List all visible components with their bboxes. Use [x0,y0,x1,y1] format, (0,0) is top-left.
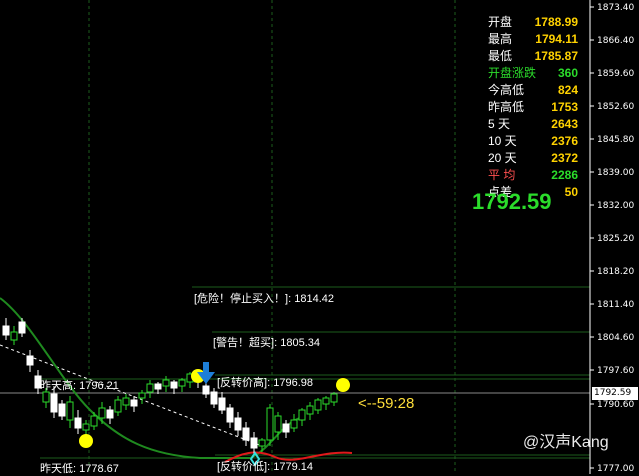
info-value: 1785.87 [534,49,578,63]
candlestick [138,390,146,404]
info-value: 2643 [551,117,578,131]
candlestick [26,350,34,372]
candlestick [122,394,130,410]
candlestick [18,318,26,337]
info-row: 开盘涨跌 360 [488,65,578,82]
info-value: 824 [557,83,578,97]
candlestick [226,404,234,428]
info-label: 昨高低 [488,100,525,114]
info-value: 1753 [551,100,578,114]
axis-tick-label: 1777.00 [597,464,634,474]
candlestick [162,376,170,392]
candlestick [2,318,10,340]
info-label: 开盘涨跌 [488,66,537,80]
candlestick [98,402,106,424]
candlestick [10,326,18,345]
candlestick [298,408,306,426]
signal-dot [79,434,93,448]
danger-label: [危险！停止买入！]: 1814.42 [194,293,334,305]
info-value: 50 [564,185,578,199]
axis-tick-label: 1797.60 [597,366,634,376]
info-value: 1788.99 [534,15,578,29]
info-row: 20 天 2372 [488,150,578,167]
axis-tick-label: 1866.40 [597,36,634,46]
info-row: 最低 1785.87 [488,48,578,65]
info-value: 2376 [551,134,578,148]
info-row: 5 天 2643 [488,116,578,133]
info-label: 5 天 [488,117,511,131]
candlestick [74,410,82,434]
signal-dot [336,378,350,392]
info-row: 最高 1794.11 [488,31,578,48]
candlestick [330,392,338,406]
current-price-tag: 1792.59 [592,387,638,400]
axis-tick-label: 1804.60 [597,333,634,343]
info-value: 2372 [551,151,578,165]
candlestick [314,398,322,414]
candlestick [218,392,226,414]
candlestick [130,396,138,412]
info-value: 1794.11 [535,32,578,46]
info-label: 10 天 [488,134,517,148]
candlestick [154,382,162,394]
info-row: 10 天 2376 [488,133,578,150]
watermark: @汉声Kang [523,434,609,451]
axis-tick-label: 1832.00 [597,201,634,211]
info-value: 2286 [551,168,578,182]
candlestick [210,388,218,408]
candlestick [146,380,154,398]
info-row: 昨高低 1753 [488,99,578,116]
candlestick [322,396,330,410]
reversal-low-label: [反转价低]: 1779.14 [217,461,313,473]
bar-countdown: <--59:28 [358,395,415,412]
info-label: 今高低 [488,83,525,97]
candlestick [170,380,178,394]
price-axis: 1873.40 1866.40 1859.60 1852.60 1845.80 1839.… [590,3,634,474]
reversal-high-label: [反转价高]: 1796.98 [217,377,313,389]
info-label: 开盘 [488,15,513,29]
candlestick [178,378,186,392]
warning-label: [警告！超买]: 1805.34 [213,337,320,349]
candlestick [282,420,290,438]
info-label: 最高 [488,32,513,46]
candlestick [290,414,298,432]
candlestick [306,402,314,420]
info-row: 开盘 1788.99 [488,14,578,31]
axis-tick-label: 1818.20 [597,267,634,277]
info-label: 最低 [488,49,513,63]
candlestick [250,432,258,454]
axis-tick-label: 1811.40 [597,300,634,310]
candlestick [266,404,274,446]
axis-tick-label: 1859.60 [597,69,634,79]
candlestick [106,406,114,424]
candlestick [114,396,122,416]
info-panel: 开盘 1788.99 最高 1794.11 最低 1785.87 开盘涨跌 360 今高低 824… [488,14,578,201]
info-value: 360 [557,66,578,80]
info-label: 平 均 [488,168,516,182]
axis-tick-label: 1873.40 [597,3,634,13]
info-label: 20 天 [488,151,517,165]
axis-tick-label: 1825.20 [597,234,634,244]
axis-tick-label: 1790.60 [597,400,634,410]
candlestick [58,400,66,420]
candlestick [242,422,250,446]
candlestick [234,412,242,436]
current-price: 1792.59 [472,189,552,214]
trend-line [0,344,263,447]
axis-tick-label: 1845.80 [597,135,634,145]
axis-tick-label: 1839.00 [597,168,634,178]
info-row: 平 均 2286 [488,167,578,184]
info-row: 今高低 824 [488,82,578,99]
yesterday-high-label: 昨天高: 1796.21 [40,380,119,392]
axis-tick-label: 1852.60 [597,102,634,112]
candlestick [66,396,74,428]
